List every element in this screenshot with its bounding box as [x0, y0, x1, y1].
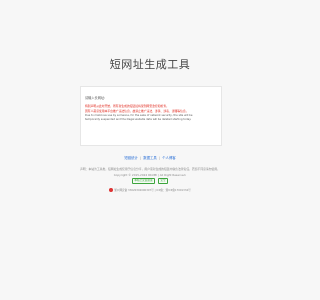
- disclaimer-text: 声明：本站为工具类，短网址生成仅用于信息分享，用户需对生成的短链内容负法律责任，…: [80, 167, 220, 171]
- badges-row: 本站已安装备案 安全: [0, 178, 300, 184]
- separator: |: [158, 156, 161, 160]
- footer-links: 短链统计 | 数据工具 | 个人博客: [0, 155, 300, 160]
- link-blog[interactable]: 个人博客: [162, 156, 176, 160]
- safety-badge[interactable]: 安全: [157, 178, 169, 184]
- link-stats[interactable]: 短链统计: [124, 156, 138, 160]
- police-badge-icon: [109, 188, 114, 192]
- url-form-card: 请输入长网址: 特别声明从此时开始，所有新生成的短链接将受到网安监控和检查。 因…: [80, 86, 222, 146]
- separator: |: [139, 156, 142, 160]
- copyright-text: Copyright © 2015-2024 RKUMI | All Right …: [113, 173, 187, 177]
- notice-red-line-1: 特别声明从此时开始，所有新生成的短链接将受到网安监控和检查。: [85, 104, 169, 108]
- notice-en-line-2: temporarily suspended and the illegal we…: [85, 118, 192, 121]
- icp-line: 浙公网安备 33020302000307号 | ICP备：浙ICP备170013…: [0, 188, 300, 192]
- page: 短网址生成工具 请输入长网址: 特别声明从此时开始，所有新生成的短链接将受到网安…: [0, 0, 300, 300]
- link-data-tools[interactable]: 数据工具: [143, 156, 157, 160]
- filing-badge[interactable]: 本站已安装备案: [131, 178, 156, 184]
- icp-text[interactable]: 浙公网安备 33020302000307号 | ICP备：浙ICP备170013…: [114, 189, 190, 192]
- notice-red-line-2: 因有人恶意使用本平台推广违法信息，故禁止推广违法、涉黄、涉毒、涉赌等信息。: [85, 109, 189, 113]
- page-title: 短网址生成工具: [109, 58, 191, 71]
- long-url-label: 请输入长网址:: [85, 96, 106, 100]
